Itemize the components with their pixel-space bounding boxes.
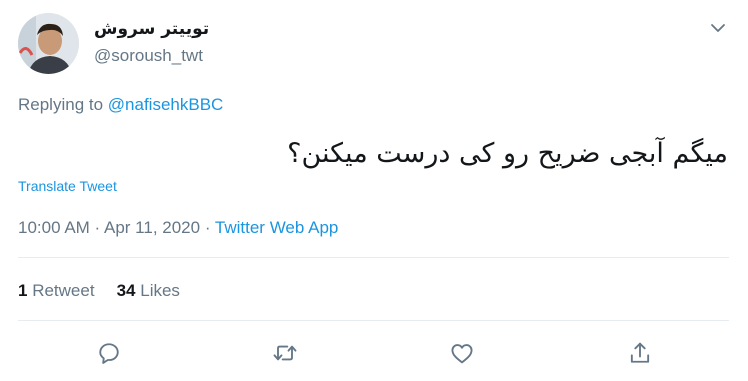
divider [18, 257, 729, 258]
tweet-text: میگم آبجی ضریح رو کی درست میکنن؟ [287, 138, 728, 169]
user-handle[interactable]: @soroush_twt [94, 46, 203, 66]
tweet-source-link[interactable]: Twitter Web App [215, 218, 338, 237]
reply-icon[interactable] [95, 339, 123, 367]
likes-stat[interactable]: 34 Likes [117, 281, 180, 301]
replying-prefix: Replying to [18, 95, 108, 114]
replying-to: Replying to @nafisehkBBC [18, 95, 223, 115]
retweet-icon[interactable] [271, 339, 299, 367]
likes-label: Likes [140, 281, 180, 300]
retweets-label: Retweet [32, 281, 95, 300]
tweet-date[interactable]: Apr 11, 2020 [104, 218, 200, 237]
display-name[interactable]: توییتر سروش [94, 19, 209, 39]
tweet-meta: 10:00 AM · Apr 11, 2020 · Twitter Web Ap… [18, 218, 338, 238]
retweets-count: 1 [18, 281, 28, 300]
translate-tweet-link[interactable]: Translate Tweet [18, 178, 117, 194]
meta-separator: · [89, 218, 104, 237]
retweets-stat[interactable]: 1 Retweet [18, 281, 95, 301]
tweet-stats: 1 Retweet 34 Likes [18, 281, 180, 301]
like-icon[interactable] [448, 339, 476, 367]
divider [18, 320, 729, 321]
likes-count: 34 [116, 281, 136, 300]
avatar[interactable] [18, 13, 79, 74]
chevron-down-icon[interactable] [708, 18, 728, 38]
tweet-time[interactable]: 10:00 AM [18, 218, 90, 237]
reply-to-handle-link[interactable]: @nafisehkBBC [108, 95, 224, 114]
meta-separator: · [200, 218, 215, 237]
share-icon[interactable] [626, 339, 654, 367]
